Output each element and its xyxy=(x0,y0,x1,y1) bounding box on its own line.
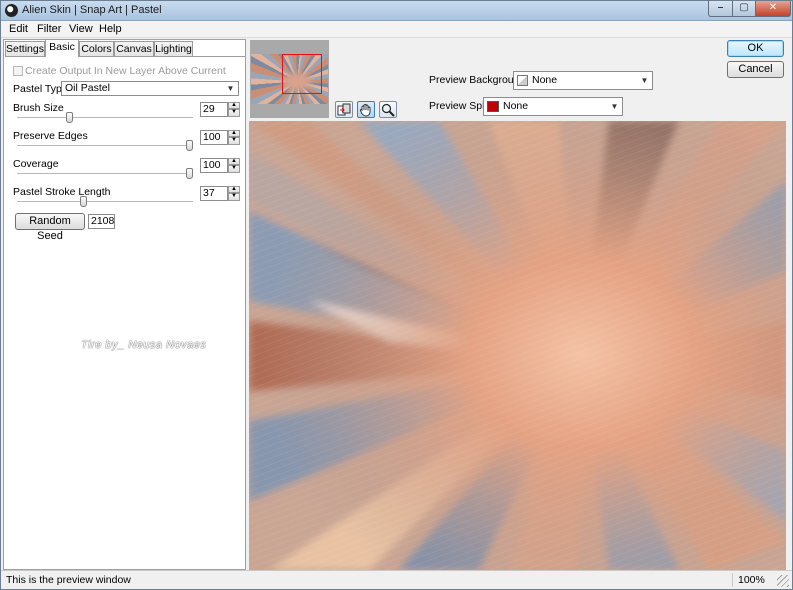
menu-view[interactable]: View xyxy=(69,23,93,35)
coverage-value[interactable]: 100 xyxy=(200,158,228,173)
menu-edit[interactable]: Edit xyxy=(9,23,28,35)
spin-up-icon[interactable]: ▲ xyxy=(228,130,240,137)
preview-background-value: None xyxy=(532,74,558,86)
spin-down-icon[interactable]: ▼ xyxy=(228,193,240,201)
brush-size-label: Brush Size xyxy=(13,102,64,114)
hand-tool-button[interactable] xyxy=(357,101,375,118)
create-output-checkbox[interactable] xyxy=(13,66,23,76)
spin-up-icon[interactable]: ▲ xyxy=(228,186,240,193)
brush-size-track[interactable] xyxy=(17,117,193,119)
stroke-length-value[interactable]: 37 xyxy=(200,186,228,201)
resize-grip-icon[interactable] xyxy=(777,575,789,587)
menu-filter[interactable]: Filter xyxy=(37,23,61,35)
coverage-slider-thumb[interactable] xyxy=(186,168,193,179)
navigator-thumbnail[interactable] xyxy=(250,40,329,118)
basic-tab-content: Create Output In New Layer Above Current… xyxy=(5,56,245,568)
zoom-level: 100% xyxy=(738,574,765,586)
spin-up-icon[interactable]: ▲ xyxy=(228,158,240,165)
preserve-edges-slider-thumb[interactable] xyxy=(186,140,193,151)
create-output-label: Create Output In New Layer Above Current xyxy=(25,65,226,77)
coverage-spinner[interactable]: 100 ▲ ▼ xyxy=(200,158,240,173)
hand-pan-icon xyxy=(360,104,371,117)
stroke-length-track[interactable] xyxy=(17,201,193,203)
navigator-image xyxy=(251,54,328,104)
cancel-button[interactable]: Cancel xyxy=(727,61,784,78)
tab-basic[interactable]: Basic xyxy=(45,39,79,57)
chevron-down-icon: ▼ xyxy=(610,102,619,111)
dialog-window: Alien Skin | Snap Art | Pastel – ▢ ✕ Edi… xyxy=(0,0,793,590)
ok-button[interactable]: OK xyxy=(727,40,784,57)
preview-split-select[interactable]: None ▼ xyxy=(483,97,623,116)
preserve-edges-track[interactable] xyxy=(17,145,193,147)
app-icon xyxy=(5,4,18,17)
spin-down-icon[interactable]: ▼ xyxy=(228,137,240,145)
status-divider xyxy=(732,573,733,587)
pastel-type-select[interactable]: Oil Pastel ▼ xyxy=(61,81,239,96)
compare-button[interactable] xyxy=(335,101,353,118)
pastel-type-value: Oil Pastel xyxy=(65,82,110,94)
menu-bar: Edit Filter View Help xyxy=(1,21,792,38)
tab-settings[interactable]: Settings xyxy=(5,41,45,57)
stroke-length-slider-thumb[interactable] xyxy=(80,196,87,207)
navigator-view-rect[interactable] xyxy=(282,54,322,94)
brush-size-slider-thumb[interactable] xyxy=(66,112,73,123)
preview-split-value: None xyxy=(503,100,529,112)
chevron-down-icon: ▼ xyxy=(640,76,649,85)
status-message: This is the preview window xyxy=(6,574,131,586)
split-color-swatch xyxy=(487,101,499,112)
stroke-length-label: Pastel Stroke Length xyxy=(13,186,111,198)
coverage-label: Coverage xyxy=(13,158,59,170)
random-seed-button[interactable]: Random Seed xyxy=(15,213,85,242)
coverage-track[interactable] xyxy=(17,173,193,175)
minimize-button[interactable]: – xyxy=(708,1,733,17)
compare-icon xyxy=(337,103,351,116)
preserve-edges-spinner[interactable]: 100 ▲ ▼ xyxy=(200,130,240,145)
maximize-button[interactable]: ▢ xyxy=(732,1,756,17)
stroke-length-spinner[interactable]: 37 ▲ ▼ xyxy=(200,186,240,201)
tab-canvas[interactable]: Canvas xyxy=(114,41,154,57)
zoom-tool-button[interactable] xyxy=(379,101,397,118)
brush-size-value[interactable]: 29 xyxy=(200,102,228,117)
preview-background-select[interactable]: None ▼ xyxy=(513,71,653,90)
tab-colors[interactable]: Colors xyxy=(79,41,114,57)
zoom-icon xyxy=(381,103,395,117)
brush-size-spinner[interactable]: 29 ▲ ▼ xyxy=(200,102,240,117)
chevron-down-icon: ▼ xyxy=(226,84,235,93)
status-bar: This is the preview window 100% xyxy=(1,570,792,589)
watermark-text: Tire by_ Neusa Novaes xyxy=(81,339,207,351)
spin-down-icon[interactable]: ▼ xyxy=(228,109,240,117)
preserve-edges-value[interactable]: 100 xyxy=(200,130,228,145)
preview-image xyxy=(249,121,786,570)
close-button[interactable]: ✕ xyxy=(755,1,791,17)
title-bar: Alien Skin | Snap Art | Pastel – ▢ ✕ xyxy=(1,1,792,21)
spin-down-icon[interactable]: ▼ xyxy=(228,165,240,173)
preserve-edges-label: Preserve Edges xyxy=(13,130,88,142)
tab-lighting[interactable]: Lighting xyxy=(154,41,193,57)
menu-help[interactable]: Help xyxy=(99,23,122,35)
random-seed-field[interactable]: 2108 xyxy=(88,214,115,229)
spin-up-icon[interactable]: ▲ xyxy=(228,102,240,109)
window-title: Alien Skin | Snap Art | Pastel xyxy=(22,4,162,16)
background-swatch-icon xyxy=(517,75,528,86)
preview-canvas[interactable] xyxy=(249,121,786,570)
